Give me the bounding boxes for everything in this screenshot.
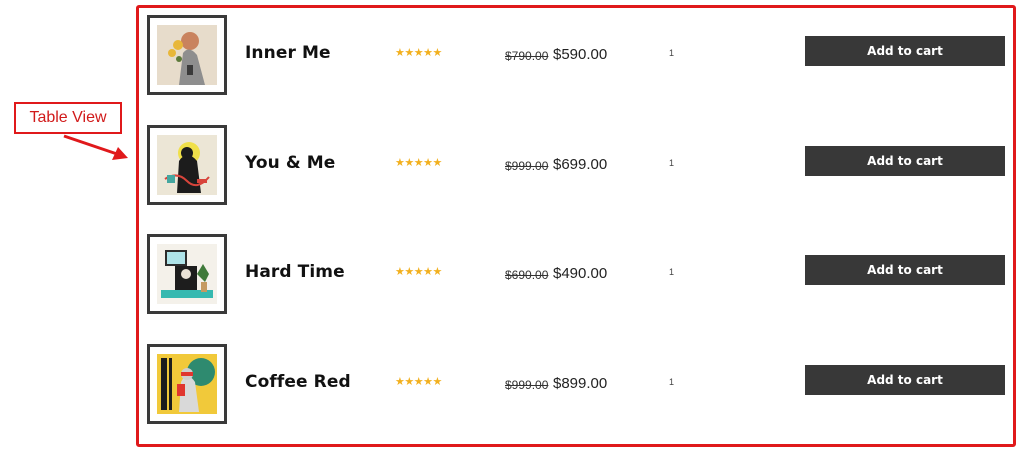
original-price: $790.00	[505, 49, 549, 63]
add-to-cart-button[interactable]: Add to cart	[805, 146, 1005, 176]
rating-stars: ★★★★★	[395, 266, 442, 278]
product-thumbnail[interactable]	[147, 234, 227, 314]
artwork-image	[157, 354, 217, 414]
add-to-cart-button[interactable]: Add to cart	[805, 255, 1005, 285]
product-name[interactable]: Hard Time	[245, 262, 345, 282]
original-price: $690.00	[505, 268, 549, 282]
artwork-image	[157, 244, 217, 304]
table-row: Hard Time ★★★★★ $690.00 $490.00 1 Add to…	[139, 234, 1013, 314]
artwork-image	[157, 135, 217, 195]
product-table: Inner Me ★★★★★ $790.00 $590.00 1 Add to …	[136, 5, 1016, 447]
quantity-value[interactable]: 1	[669, 377, 674, 387]
quantity-value[interactable]: 1	[669, 48, 674, 58]
quantity-value[interactable]: 1	[669, 158, 674, 168]
table-row: You & Me ★★★★★ $999.00 $699.00 1 Add to …	[139, 125, 1013, 205]
rating-stars: ★★★★★	[395, 47, 442, 59]
product-name[interactable]: You & Me	[245, 153, 335, 173]
product-name[interactable]: Coffee Red	[245, 372, 351, 392]
original-price: $999.00	[505, 378, 549, 392]
callout-label: Table View	[29, 109, 107, 126]
sale-price: $590.00	[553, 46, 608, 63]
sale-price: $899.00	[553, 375, 608, 392]
rating-stars: ★★★★★	[395, 376, 442, 388]
product-name[interactable]: Inner Me	[245, 43, 331, 63]
artwork-image	[157, 25, 217, 85]
sale-price: $490.00	[553, 265, 608, 282]
product-thumbnail[interactable]	[147, 125, 227, 205]
table-row: Coffee Red ★★★★★ $999.00 $899.00 1 Add t…	[139, 344, 1013, 424]
original-price: $999.00	[505, 159, 549, 173]
product-thumbnail[interactable]	[147, 344, 227, 424]
callout-arrow-icon	[63, 134, 128, 160]
quantity-value[interactable]: 1	[669, 267, 674, 277]
sale-price: $699.00	[553, 156, 608, 173]
add-to-cart-button[interactable]: Add to cart	[805, 365, 1005, 395]
table-row: Inner Me ★★★★★ $790.00 $590.00 1 Add to …	[139, 15, 1013, 95]
product-thumbnail[interactable]	[147, 15, 227, 95]
add-to-cart-button[interactable]: Add to cart	[805, 36, 1005, 66]
rating-stars: ★★★★★	[395, 157, 442, 169]
